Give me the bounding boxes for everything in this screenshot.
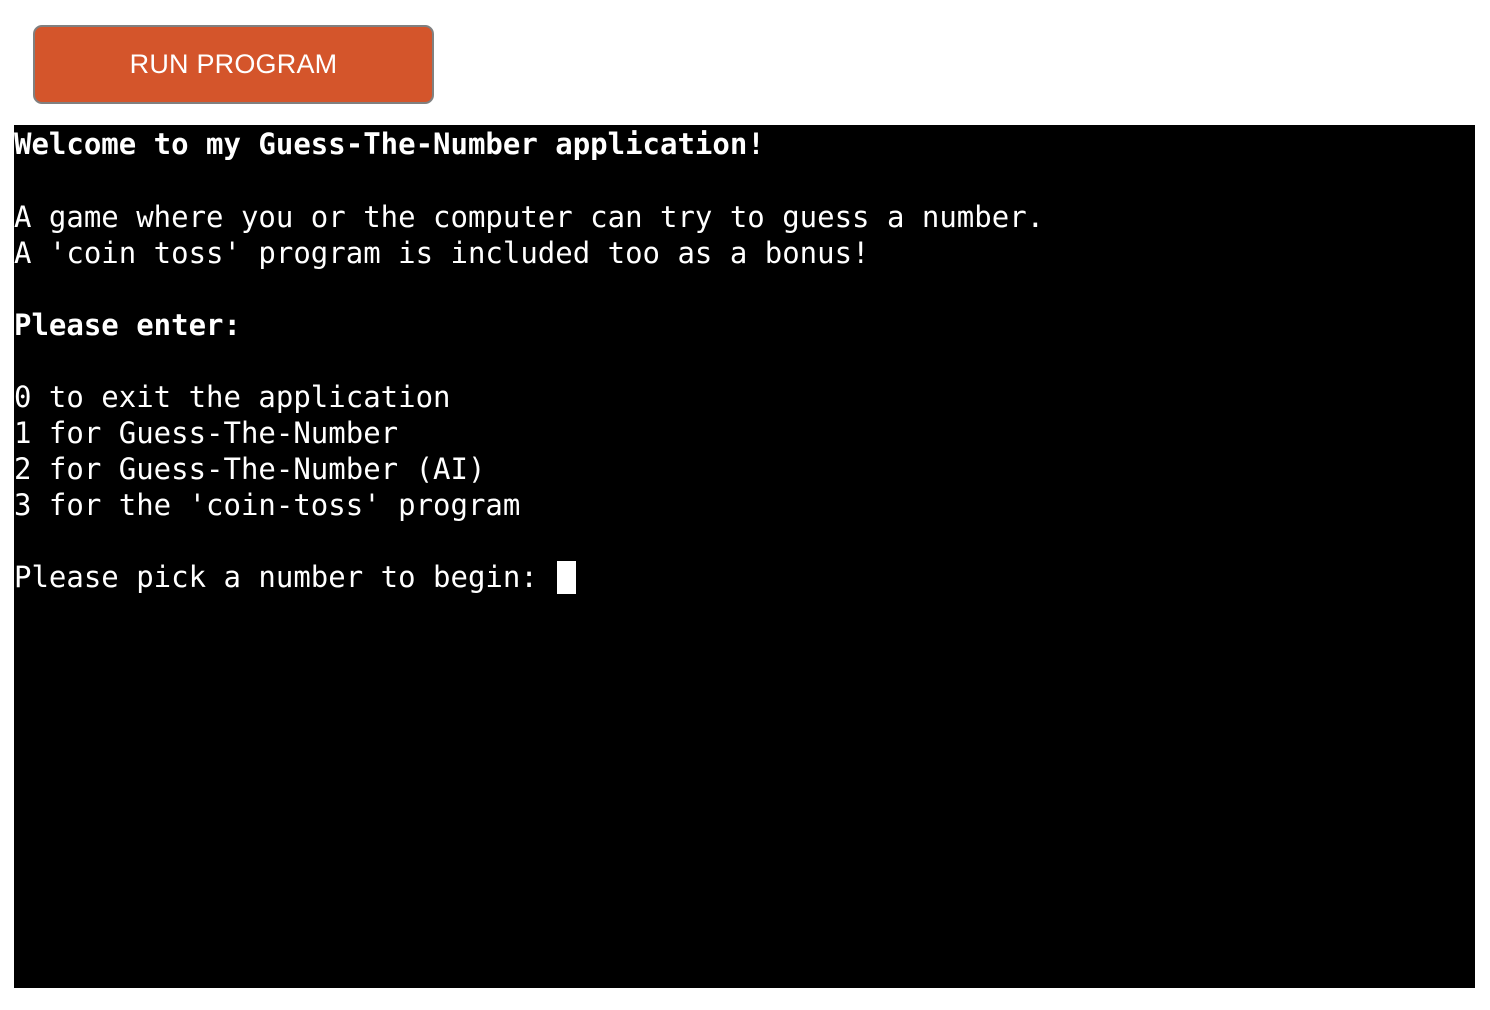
terminal-lines: Welcome to my Guess-The-Number applicati… bbox=[14, 125, 1475, 559]
terminal-line: Please enter: bbox=[14, 308, 241, 342]
terminal-line: A 'coin toss' program is included too as… bbox=[14, 236, 870, 270]
terminal-output-panel[interactable]: Welcome to my Guess-The-Number applicati… bbox=[14, 125, 1475, 988]
terminal-prompt-text: Please pick a number to begin: bbox=[14, 560, 556, 594]
terminal-line: 2 for Guess-The-Number (AI) bbox=[14, 452, 486, 486]
terminal-prompt-row[interactable]: Please pick a number to begin: bbox=[14, 559, 1475, 595]
terminal-line: 0 to exit the application bbox=[14, 380, 451, 414]
app-window: RUN PROGRAM Welcome to my Guess-The-Numb… bbox=[0, 0, 1490, 1010]
terminal-line: A game where you or the computer can try… bbox=[14, 200, 1045, 234]
run-program-button[interactable]: RUN PROGRAM bbox=[33, 25, 434, 104]
terminal-line: Welcome to my Guess-The-Number applicati… bbox=[14, 127, 765, 161]
text-cursor-icon bbox=[557, 560, 577, 594]
terminal-line: 1 for Guess-The-Number bbox=[14, 416, 399, 450]
terminal-line: 3 for the 'coin-toss' program bbox=[14, 488, 521, 522]
